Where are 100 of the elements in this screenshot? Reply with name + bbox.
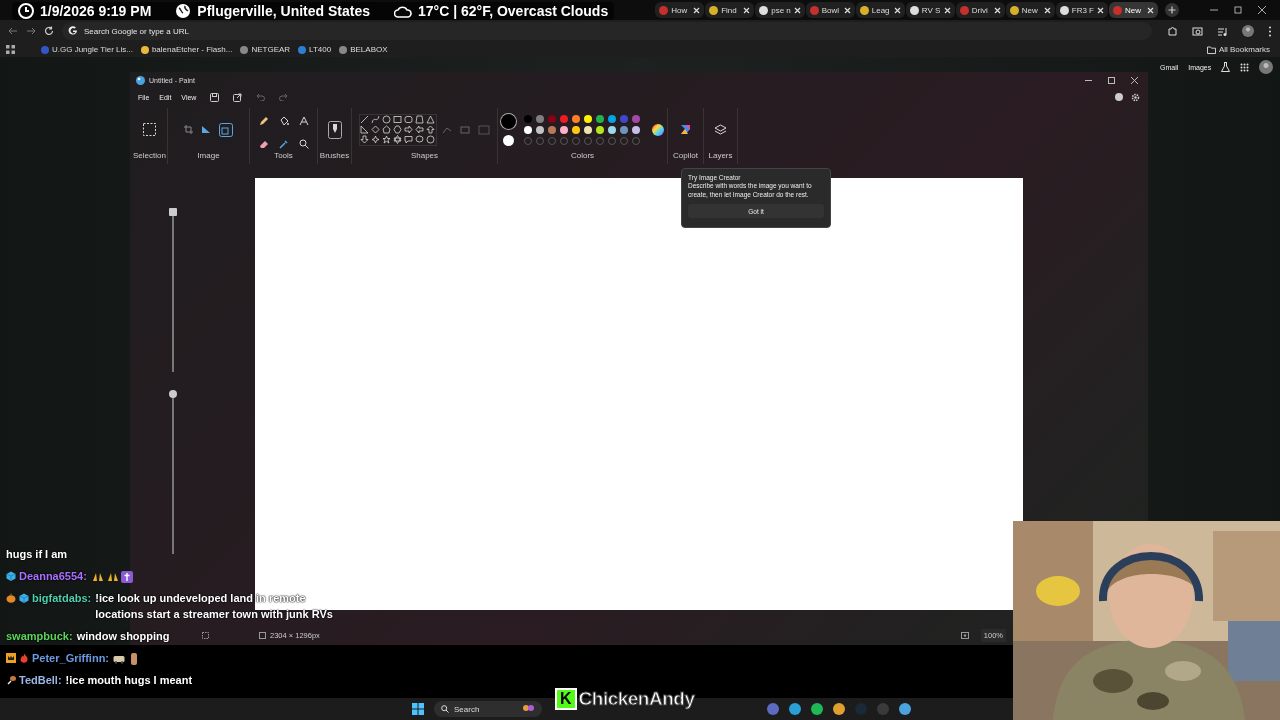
color-swatch[interactable] (620, 125, 628, 134)
close-icon (693, 6, 701, 14)
fit-to-window-icon[interactable] (960, 631, 969, 639)
text-tool-icon[interactable] (298, 115, 309, 126)
bookmark-link[interactable]: LT400 (298, 45, 332, 54)
color-swatch[interactable] (584, 114, 592, 123)
profile-avatar-icon[interactable] (1259, 60, 1274, 74)
pencil-icon[interactable] (258, 115, 269, 126)
color-swatch[interactable] (548, 125, 556, 134)
save-icon[interactable] (210, 92, 220, 102)
bookmark-link[interactable]: balenaEtcher - Flash... (140, 45, 233, 54)
close-icon (893, 6, 901, 14)
copilot-icon[interactable] (679, 123, 692, 136)
color-swatch[interactable] (524, 114, 532, 123)
taskbar-app-icon[interactable] (789, 703, 801, 715)
taskbar-app-icon[interactable] (899, 703, 911, 715)
account-icon[interactable] (1115, 92, 1123, 101)
taskbar-app-icon[interactable] (811, 703, 823, 715)
color-swatch[interactable] (620, 114, 628, 123)
maximize-icon[interactable] (1108, 76, 1115, 84)
color-swatch[interactable] (572, 114, 580, 123)
bookmark-link[interactable]: BELABOX (339, 45, 388, 54)
settings-icon[interactable] (1131, 92, 1140, 102)
layers-icon[interactable] (714, 123, 727, 136)
browser-tab[interactable]: Find (705, 2, 755, 18)
share-icon[interactable] (233, 92, 243, 102)
apps-grid-icon[interactable] (1240, 62, 1250, 72)
taskbar-search-field[interactable]: Search (434, 701, 542, 717)
color-swatch[interactable] (632, 125, 640, 134)
color-swatch[interactable] (524, 125, 532, 134)
color-swatch[interactable] (572, 125, 580, 134)
crop-icon[interactable] (184, 125, 193, 134)
resize-icon[interactable] (219, 122, 233, 137)
chat-username[interactable]: Peter_Griffinn: (32, 650, 109, 666)
fill-bucket-icon[interactable] (278, 115, 289, 126)
taskbar-app-icon[interactable] (833, 703, 845, 715)
chat-username[interactable]: swampbuck: (6, 628, 73, 644)
labs-flask-icon[interactable] (1221, 62, 1231, 72)
chat-message-text: hugs if I am (6, 547, 68, 562)
media-icon[interactable] (1217, 25, 1228, 37)
profile-avatar-icon[interactable] (1242, 25, 1254, 37)
start-icon[interactable] (412, 703, 424, 715)
color-swatch[interactable] (596, 114, 604, 123)
back-icon[interactable] (8, 26, 18, 36)
undo-icon[interactable] (256, 93, 266, 101)
color-swatch[interactable] (584, 125, 592, 134)
chat-username[interactable]: TedBell: (19, 672, 62, 688)
tab-favicon-icon (859, 5, 869, 15)
selection-icon[interactable] (143, 123, 156, 136)
streamer-logo: K (555, 688, 577, 710)
color-swatch[interactable] (608, 125, 616, 134)
chat-message-text: !ice look up undeveloped land in remote locations start a streamer town with junk RVs (95, 591, 334, 622)
browser-tab[interactable]: Bowl (805, 2, 855, 18)
browser-tab[interactable]: New (1109, 2, 1158, 18)
color-swatch[interactable] (560, 125, 568, 134)
color-swatch[interactable] (632, 114, 640, 123)
outline-icon[interactable] (441, 125, 454, 134)
taskbar-app-icon[interactable] (767, 703, 779, 715)
eraser-icon[interactable] (258, 139, 269, 150)
browser-tab[interactable]: Leag (855, 2, 905, 18)
slider-thumb[interactable] (168, 208, 177, 216)
color-wheel-icon[interactable] (652, 123, 664, 136)
current-color-swatch[interactable] (501, 113, 516, 129)
chat-badge-icon (6, 593, 16, 603)
menu-icon[interactable] (1268, 25, 1272, 37)
current-color-swatch[interactable] (503, 134, 514, 146)
restore-icon[interactable] (1234, 6, 1242, 14)
browser-tab[interactable]: RV S (905, 2, 955, 18)
reload-icon[interactable] (44, 26, 54, 36)
redo-icon[interactable] (279, 93, 289, 101)
browser-tab[interactable]: Drivi (955, 2, 1005, 18)
browser-tab[interactable]: FR3 F (1055, 2, 1108, 18)
browser-tab[interactable]: How (655, 2, 705, 18)
magnifier-icon[interactable] (298, 139, 309, 150)
tab-favicon-icon (659, 5, 669, 15)
color-swatch[interactable] (596, 125, 604, 134)
close-icon[interactable] (1131, 76, 1138, 84)
color-picker-icon[interactable] (278, 139, 289, 150)
chat-username[interactable]: bigfatdabs: (32, 590, 92, 606)
new-tab-icon[interactable] (1165, 3, 1179, 17)
color-swatch[interactable] (560, 114, 568, 123)
folder-icon (1206, 45, 1216, 54)
chat-username[interactable]: Deanna6554: (19, 568, 87, 584)
color-swatch[interactable] (608, 114, 616, 123)
color-swatch[interactable] (548, 114, 556, 123)
lens-icon[interactable] (1192, 25, 1203, 37)
browser-tab[interactable]: pse n (755, 2, 805, 18)
forward-icon[interactable] (26, 26, 36, 36)
shapes-drawing[interactable] (359, 114, 436, 145)
browser-tab[interactable]: New (1005, 2, 1055, 18)
all-bookmarks-link[interactable]: All Bookmarks (1206, 45, 1274, 54)
brush-icon[interactable] (327, 120, 342, 139)
color-swatch[interactable] (536, 125, 544, 134)
bookmark-link[interactable]: U.GG Jungle Tier Lis... (41, 45, 133, 54)
color-swatch[interactable] (536, 114, 544, 123)
apps-grid-icon[interactable] (6, 45, 15, 54)
bookmark-link[interactable]: NETGEAR (240, 45, 291, 54)
address-bar[interactable]: Search Google or type a URL (62, 22, 1152, 40)
close-icon[interactable] (1258, 6, 1266, 14)
slider-thumb[interactable] (168, 390, 177, 398)
